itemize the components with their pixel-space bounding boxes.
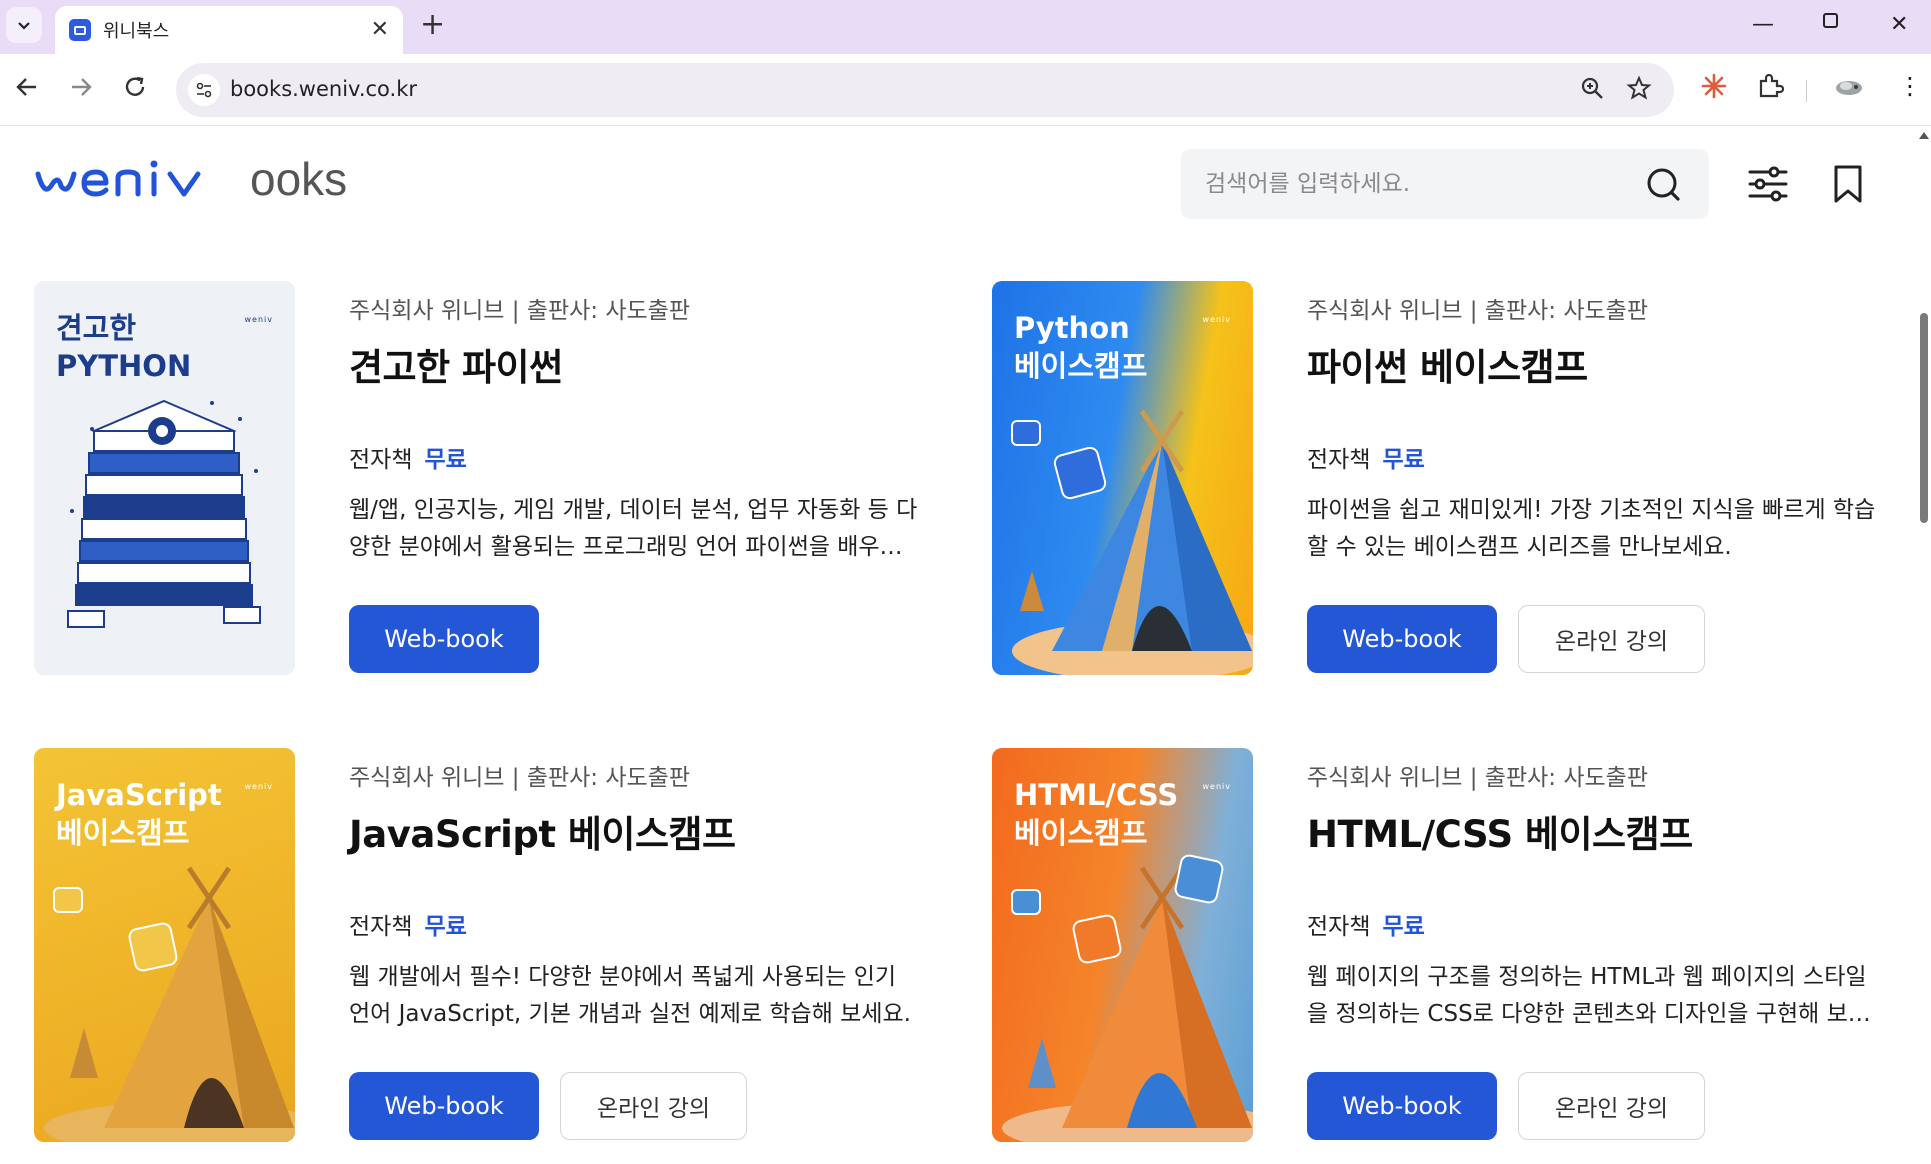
book-publisher: 주식회사 위니브 | 출판사: 사도출판 — [349, 765, 690, 791]
book-title[interactable]: HTML/CSS 베이스캠프 — [1307, 804, 1693, 858]
book-type-line: 전자책 무료 — [1307, 907, 1425, 941]
search-box[interactable] — [1181, 149, 1709, 219]
book-card: 견고한 PYTHON weniv 주식회사 위니브 | 출판사: 사도출판 견고… — [34, 281, 954, 675]
online-lecture-button[interactable]: 온라인 강의 — [1518, 1072, 1705, 1140]
book-type-line: 전자책 무료 — [349, 907, 467, 941]
book-publisher: 주식회사 위니브 | 출판사: 사도출판 — [1307, 298, 1648, 324]
book-title[interactable]: 견고한 파이썬 — [349, 337, 563, 391]
tab-search-button[interactable] — [6, 7, 42, 43]
book-cover-image[interactable]: Python 베이스캠프 weniv — [992, 281, 1253, 675]
book-description: 웹 개발에서 필수! 다양한 분야에서 폭넓게 사용되는 인기 언어 JavaS… — [349, 964, 911, 1027]
site-settings-icon[interactable] — [188, 74, 220, 106]
forward-icon[interactable] — [68, 74, 94, 106]
webbook-button[interactable]: Web-book — [1307, 1072, 1497, 1140]
book-type-line: 전자책 무료 — [1307, 440, 1425, 474]
weniv-books-logo[interactable]: ooks — [34, 156, 347, 202]
book-type: 전자책 — [349, 447, 413, 473]
browser-menu-icon[interactable]: ⋮ — [1898, 72, 1922, 100]
book-publisher: 주식회사 위니브 | 출판사: 사도출판 — [349, 298, 690, 324]
scrollbar-thumb[interactable] — [1920, 313, 1928, 523]
online-lecture-button[interactable]: 온라인 강의 — [1518, 605, 1705, 673]
address-bar[interactable]: books.weniv.co.kr — [176, 63, 1674, 117]
reload-icon[interactable] — [122, 74, 148, 106]
bookmark-star-icon[interactable] — [1626, 75, 1652, 107]
chevron-down-icon — [18, 22, 30, 30]
cover-title: 견고한 PYTHON — [56, 311, 192, 383]
book-description: 웹/앱, 인공지능, 게임 개발, 데이터 분석, 업무 자동화 등 다양한 분… — [349, 497, 918, 560]
close-window-icon[interactable]: ✕ — [1890, 12, 1908, 37]
cover-title: JavaScript 베이스캠프 — [56, 778, 222, 850]
book-title[interactable]: JavaScript 베이스캠프 — [349, 804, 736, 858]
book-actions: Web-book 온라인 강의 — [1307, 605, 1705, 673]
book-cover-image[interactable]: 견고한 PYTHON weniv — [34, 281, 295, 675]
browser-tab-bar: 위니북스 ✕ + — ✕ — [0, 0, 1931, 54]
cover-logo-mark: weniv — [1202, 782, 1231, 791]
online-lecture-button[interactable]: 온라인 강의 — [560, 1072, 747, 1140]
book-type: 전자책 — [349, 914, 413, 940]
scroll-up-arrow-icon[interactable] — [1919, 132, 1929, 139]
weniv-logo-icon — [35, 160, 201, 197]
maximize-icon[interactable] — [1822, 10, 1840, 35]
book-description: 파이썬을 쉽고 재미있게! 가장 기초적인 지식을 빠르게 학습할 수 있는 베… — [1307, 497, 1876, 560]
tab-close-icon[interactable]: ✕ — [371, 17, 389, 42]
search-input[interactable] — [1205, 167, 1605, 201]
book-card: HTML/CSS 베이스캠프 weniv 주식회사 위니브 | 출판사: 사도출… — [992, 748, 1912, 1142]
new-tab-icon[interactable]: + — [420, 10, 445, 40]
bookmark-icon[interactable] — [1826, 162, 1870, 206]
book-price: 무료 — [1382, 447, 1425, 473]
book-actions: Web-book — [349, 605, 539, 673]
webbook-button[interactable]: Web-book — [349, 605, 539, 673]
logo-text: ooks — [250, 153, 348, 205]
cover-logo-mark: weniv — [244, 315, 273, 324]
zoom-icon[interactable] — [1579, 75, 1605, 107]
back-icon[interactable] — [14, 74, 40, 106]
url-text: books.weniv.co.kr — [230, 77, 418, 101]
webbook-button[interactable]: Web-book — [349, 1072, 539, 1140]
book-actions: Web-book 온라인 강의 — [349, 1072, 747, 1140]
filter-sliders-icon[interactable] — [1746, 162, 1790, 206]
extensions-puzzle-icon[interactable] — [1756, 72, 1785, 106]
browser-tab[interactable]: 위니북스 ✕ — [55, 6, 403, 54]
page-scrollbar[interactable] — [1916, 126, 1931, 1164]
extension-sparkle-icon[interactable] — [1700, 72, 1728, 106]
book-card: Python 베이스캠프 weniv 주식회사 위니브 | 출판사: 사도출판 … — [992, 281, 1912, 675]
toolbar-divider — [1806, 80, 1807, 102]
book-title[interactable]: 파이썬 베이스캠프 — [1307, 337, 1588, 391]
cover-logo-mark: weniv — [244, 782, 273, 791]
book-price: 무료 — [424, 447, 467, 473]
minimize-icon[interactable]: — — [1752, 12, 1774, 37]
book-description: 웹 페이지의 구조를 정의하는 HTML과 웹 페이지의 스타일을 정의하는 C… — [1307, 964, 1869, 1027]
book-type-line: 전자책 무료 — [349, 440, 467, 474]
search-icon[interactable] — [1645, 166, 1681, 202]
book-type: 전자책 — [1307, 447, 1371, 473]
cover-logo-mark: weniv — [1202, 315, 1231, 324]
book-card: JavaScript 베이스캠프 weniv 주식회사 위니브 | 출판사: 사… — [34, 748, 954, 1142]
cover-title: Python 베이스캠프 — [1014, 311, 1148, 383]
tab-title: 위니북스 — [103, 21, 170, 42]
site-favicon-icon — [69, 19, 91, 41]
book-actions: Web-book 온라인 강의 — [1307, 1072, 1705, 1140]
browser-toolbar: books.weniv.co.kr ⋮ — [0, 54, 1931, 126]
webbook-button[interactable]: Web-book — [1307, 605, 1497, 673]
book-price: 무료 — [1382, 914, 1425, 940]
book-publisher: 주식회사 위니브 | 출판사: 사도출판 — [1307, 765, 1648, 791]
book-cover-image[interactable]: HTML/CSS 베이스캠프 weniv — [992, 748, 1253, 1142]
book-type: 전자책 — [1307, 914, 1371, 940]
book-price: 무료 — [424, 914, 467, 940]
book-cover-image[interactable]: JavaScript 베이스캠프 weniv — [34, 748, 295, 1142]
cover-title: HTML/CSS 베이스캠프 — [1014, 778, 1179, 850]
profile-avatar[interactable] — [1834, 72, 1864, 106]
